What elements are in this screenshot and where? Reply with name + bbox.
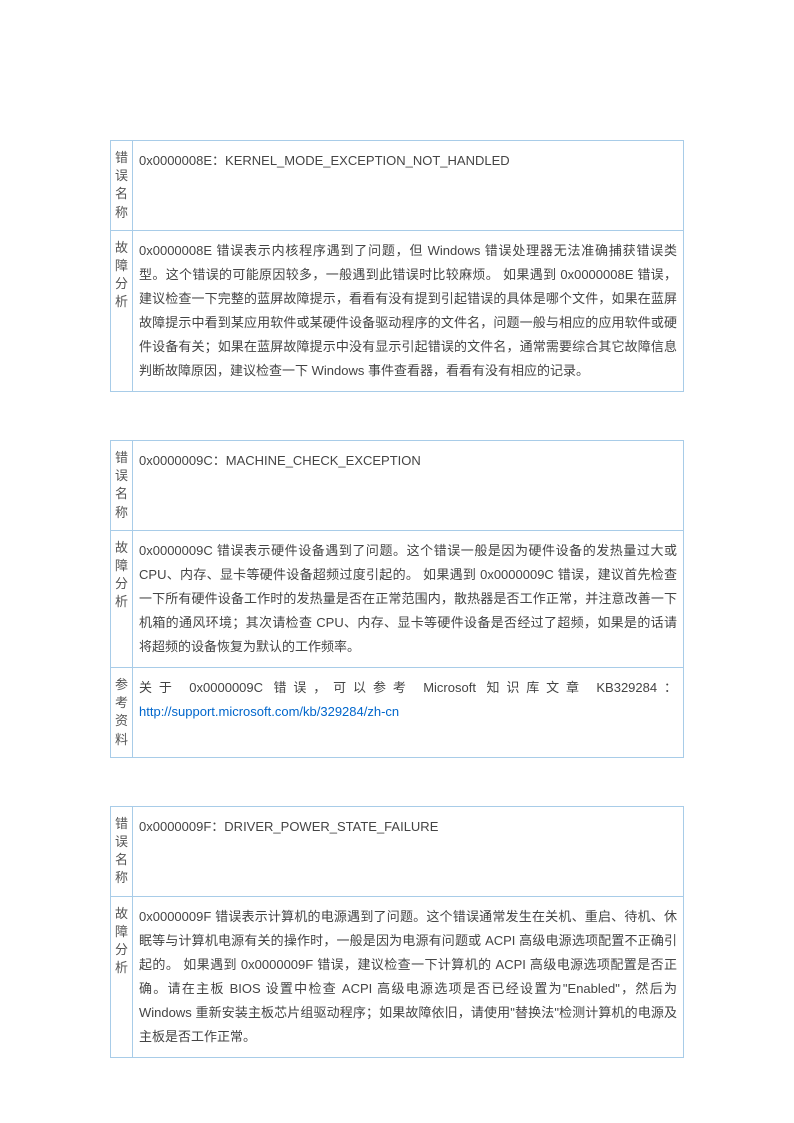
error-box-9c: 错误名称 0x0000009C：MACHINE_CHECK_EXCEPTION … xyxy=(110,440,684,758)
label-analysis: 故障分析 xyxy=(111,896,133,1057)
error-analysis: 0x0000008E 错误表示内核程序遇到了问题，但 Windows 错误处理器… xyxy=(133,230,684,391)
error-analysis: 0x0000009F 错误表示计算机的电源遇到了问题。这个错误通常发生在关机、重… xyxy=(133,896,684,1057)
error-name: 0x0000008E：KERNEL_MODE_EXCEPTION_NOT_HAN… xyxy=(133,141,684,231)
error-analysis: 0x0000009C 错误表示硬件设备遇到了问题。这个错误一般是因为硬件设备的发… xyxy=(133,530,684,667)
label-analysis: 故障分析 xyxy=(111,530,133,667)
error-box-8e: 错误名称 0x0000008E：KERNEL_MODE_EXCEPTION_NO… xyxy=(110,140,684,392)
error-box-9f: 错误名称 0x0000009F：DRIVER_POWER_STATE_FAILU… xyxy=(110,806,684,1058)
label-analysis: 故障分析 xyxy=(111,230,133,391)
label-ref: 参考资料 xyxy=(111,668,133,758)
error-name: 0x0000009F：DRIVER_POWER_STATE_FAILURE xyxy=(133,806,684,896)
ref-link[interactable]: http://support.microsoft.com/kb/329284/z… xyxy=(139,704,399,719)
error-ref: 关于 0x0000009C 错误，可以参考 Microsoft 知识库文章 KB… xyxy=(133,668,684,758)
label-name: 错误名称 xyxy=(111,441,133,531)
error-name: 0x0000009C：MACHINE_CHECK_EXCEPTION xyxy=(133,441,684,531)
label-name: 错误名称 xyxy=(111,806,133,896)
ref-text: 关于 0x0000009C 错误，可以参考 Microsoft 知识库文章 KB… xyxy=(139,680,677,695)
label-name: 错误名称 xyxy=(111,141,133,231)
